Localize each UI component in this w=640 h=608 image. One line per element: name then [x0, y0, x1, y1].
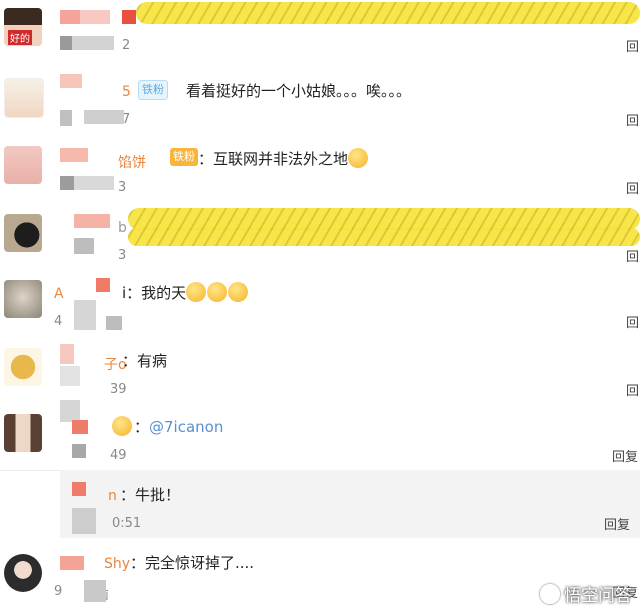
reply-button[interactable]: 回 — [626, 312, 639, 331]
surprised-emoji-icon — [228, 282, 249, 302]
avatar[interactable] — [4, 146, 42, 184]
laugh-cry-emoji-icon — [348, 148, 369, 168]
scribble-redaction — [136, 2, 640, 24]
reply-button[interactable]: 回 — [626, 380, 639, 399]
mosaic-redaction — [60, 0, 136, 608]
reply-button[interactable]: 回复 — [604, 514, 630, 533]
comment-text: i：我的天 — [122, 282, 249, 303]
surprised-emoji-icon — [186, 282, 207, 302]
wukong-logo-icon — [540, 584, 560, 604]
reply-button[interactable]: 回 — [626, 178, 639, 197]
watermark: 悟空问答 — [540, 581, 632, 606]
reply-button[interactable]: 回复 — [612, 446, 638, 465]
avatar[interactable] — [4, 214, 42, 252]
reply-button[interactable]: 回 — [626, 110, 639, 129]
comment-text-content: i：我的天 — [122, 284, 187, 302]
comment-text: ：互联网并非法外之地 — [198, 148, 369, 169]
scribble-redaction — [128, 228, 640, 246]
comment-text-content: ：互联网并非法外之地 — [198, 150, 349, 168]
comment-text: ：@7icanon — [134, 416, 223, 437]
avatar[interactable] — [4, 554, 42, 592]
fan-badge: 铁粉 — [138, 80, 168, 100]
comment-text: ：完全惊讶掉了.... — [130, 554, 255, 572]
avatar[interactable] — [4, 280, 42, 318]
sub-comment-row: n ：牛批！ 0:51 回复 — [60, 470, 640, 538]
avatar[interactable] — [4, 348, 42, 386]
avatar[interactable]: 好的 — [4, 8, 42, 46]
avatar-label: 好的 — [8, 30, 32, 45]
comment-prefix: ： — [134, 418, 150, 436]
scribble-redaction — [128, 208, 640, 230]
avatar[interactable] — [4, 78, 44, 118]
surprised-emoji-icon — [207, 282, 228, 302]
avatar[interactable] — [4, 414, 42, 452]
watermark-text: 悟空问答 — [564, 586, 632, 606]
fan-badge: 铁粉 — [170, 148, 198, 166]
comment-text: 看着挺好的一个小姑娘。。。唉。。。 — [186, 82, 412, 100]
reply-button[interactable]: 回 — [626, 246, 639, 265]
mention-link[interactable]: @7icanon — [149, 418, 223, 436]
reply-button[interactable]: 回 — [626, 36, 639, 55]
